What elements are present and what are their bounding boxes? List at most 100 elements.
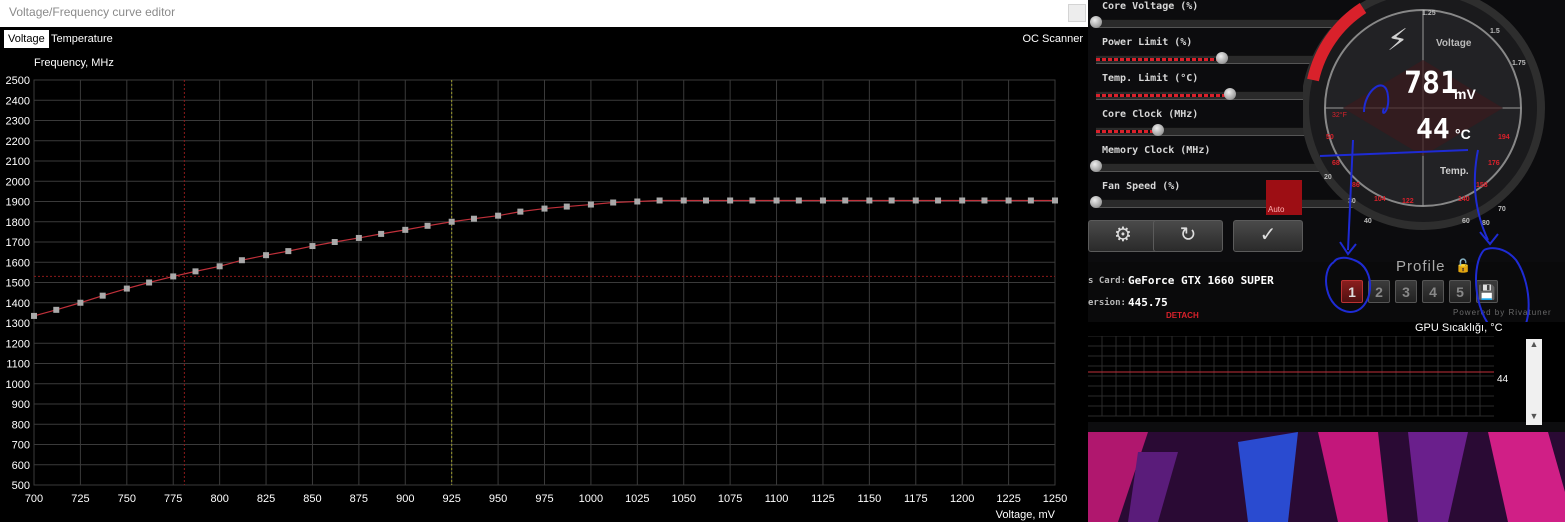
curve-point[interactable] bbox=[727, 197, 734, 204]
y-tick-label: 2300 bbox=[6, 116, 30, 128]
curve-point[interactable] bbox=[1052, 197, 1058, 204]
curve-point[interactable] bbox=[819, 197, 826, 204]
vf-chart[interactable]: 500 600 700 800 900 1000 1100 1200 1300 1400 1500 1… bbox=[0, 49, 1088, 522]
curve-point[interactable] bbox=[263, 252, 270, 259]
curve-point[interactable] bbox=[1005, 197, 1012, 204]
curve-point[interactable] bbox=[331, 239, 338, 245]
curve-point[interactable] bbox=[216, 263, 223, 270]
curve-point[interactable] bbox=[123, 285, 130, 292]
curve-point[interactable] bbox=[703, 197, 710, 204]
monitor-title: GPU Sıcaklığı, °C bbox=[1415, 322, 1503, 334]
y-tick-label: 700 bbox=[12, 440, 30, 452]
curve-point[interactable] bbox=[31, 312, 37, 319]
curve-point[interactable] bbox=[912, 197, 919, 204]
tab-temperature[interactable]: Temperature bbox=[47, 30, 117, 48]
x-tick-label: 850 bbox=[303, 493, 321, 505]
curve-point[interactable] bbox=[238, 257, 245, 264]
y-tick-label: 1900 bbox=[6, 197, 30, 209]
y-tick-label: 1600 bbox=[6, 257, 30, 269]
x-tick-label: 925 bbox=[443, 493, 461, 505]
x-tick-label: 725 bbox=[71, 493, 89, 505]
curve-point[interactable] bbox=[563, 203, 570, 210]
curve-point[interactable] bbox=[517, 208, 524, 215]
curve-point[interactable] bbox=[378, 230, 385, 237]
tab-bar: Voltage Temperature OC Scanner bbox=[0, 27, 1088, 49]
curve-point[interactable] bbox=[959, 197, 966, 204]
monitor-scrollbar[interactable]: ▲ ▼ bbox=[1526, 339, 1542, 425]
curve-point[interactable] bbox=[888, 197, 895, 204]
curve-point[interactable] bbox=[53, 306, 60, 313]
x-tick-label: 1250 bbox=[1043, 493, 1067, 505]
wallpaper-art bbox=[1088, 432, 1565, 522]
curve-point[interactable] bbox=[285, 248, 292, 255]
y-tick-label: 2100 bbox=[6, 156, 30, 168]
x-tick-label: 775 bbox=[164, 493, 182, 505]
title-bar: Voltage/Frequency curve editor bbox=[0, 0, 1088, 27]
vf-curve-editor-window: Voltage/Frequency curve editor Voltage T… bbox=[0, 0, 1088, 522]
curve-point[interactable] bbox=[192, 268, 199, 275]
x-tick-label: 1050 bbox=[671, 493, 695, 505]
curve-point[interactable] bbox=[146, 279, 153, 286]
oc-scanner-button[interactable]: OC Scanner bbox=[1022, 30, 1083, 48]
x-tick-label: 825 bbox=[257, 493, 275, 505]
x-tick-label: 1175 bbox=[904, 493, 928, 505]
y-tick-label: 1800 bbox=[6, 217, 30, 229]
y-tick-label: 900 bbox=[12, 399, 30, 411]
curve-point[interactable] bbox=[866, 197, 873, 204]
x-tick-label: 1125 bbox=[811, 493, 835, 505]
y-tick-label: 500 bbox=[12, 480, 30, 492]
x-tick-label: 1225 bbox=[996, 493, 1020, 505]
curve-point[interactable] bbox=[795, 197, 802, 204]
curve-point[interactable] bbox=[170, 273, 177, 280]
curve-point[interactable] bbox=[680, 197, 687, 204]
scroll-up-icon[interactable]: ▲ bbox=[1526, 339, 1542, 353]
y-tick-label: 600 bbox=[12, 460, 30, 472]
x-tick-label: 1000 bbox=[579, 493, 603, 505]
close-button[interactable] bbox=[1068, 4, 1086, 22]
curve-point[interactable] bbox=[77, 299, 84, 306]
y-tick-label: 1300 bbox=[6, 318, 30, 330]
curve-point[interactable] bbox=[355, 234, 362, 241]
curve-point[interactable] bbox=[402, 226, 409, 233]
curve-point[interactable] bbox=[495, 212, 502, 219]
y-tick-label: 2000 bbox=[6, 176, 30, 188]
curve-point[interactable] bbox=[634, 198, 641, 205]
x-tick-label: 950 bbox=[489, 493, 507, 505]
y-tick-label: 1100 bbox=[6, 359, 30, 371]
curve-point[interactable] bbox=[981, 197, 988, 204]
curve-point[interactable] bbox=[935, 197, 942, 204]
curve-point[interactable] bbox=[656, 197, 663, 204]
afterburner-panel: Core Voltage (%)+0Power Limit (%)100Temp… bbox=[1088, 0, 1565, 322]
curve-point[interactable] bbox=[587, 201, 594, 208]
x-axis-label: Voltage, mV bbox=[996, 509, 1056, 521]
monitor-graph bbox=[1088, 336, 1494, 417]
curve-point[interactable] bbox=[749, 197, 756, 204]
curve-point[interactable] bbox=[610, 199, 617, 206]
curve-point[interactable] bbox=[1027, 197, 1034, 204]
x-tick-label: 875 bbox=[350, 493, 368, 505]
curve-point[interactable] bbox=[773, 197, 780, 204]
curve-point[interactable] bbox=[448, 218, 455, 225]
y-tick-label: 2500 bbox=[6, 75, 30, 87]
curve-point[interactable] bbox=[99, 292, 106, 299]
x-tick-label: 1150 bbox=[858, 493, 882, 505]
tab-voltage[interactable]: Voltage bbox=[4, 30, 49, 48]
x-tick-label: 800 bbox=[210, 493, 228, 505]
desktop-wallpaper bbox=[1088, 432, 1565, 522]
scroll-down-icon[interactable]: ▼ bbox=[1526, 411, 1542, 425]
y-tick-label: 1700 bbox=[6, 237, 30, 249]
y-tick-label: 2400 bbox=[6, 95, 30, 107]
curve-point[interactable] bbox=[842, 197, 849, 204]
x-tick-label: 750 bbox=[118, 493, 136, 505]
curve-point[interactable] bbox=[309, 243, 316, 250]
y-tick-label: 1500 bbox=[6, 278, 30, 290]
x-tick-label: 900 bbox=[396, 493, 414, 505]
curve-point[interactable] bbox=[424, 222, 431, 229]
vf-chart-svg[interactable]: 500 600 700 800 900 1000 1100 1200 1300 1400 1500 1… bbox=[0, 49, 1088, 522]
x-tick-label: 700 bbox=[25, 493, 43, 505]
x-tick-label: 1025 bbox=[625, 493, 649, 505]
curve-point[interactable] bbox=[470, 215, 477, 222]
y-tick-label: 1000 bbox=[6, 379, 30, 391]
curve-point[interactable] bbox=[541, 205, 548, 212]
y-tick-label: 800 bbox=[12, 419, 30, 431]
